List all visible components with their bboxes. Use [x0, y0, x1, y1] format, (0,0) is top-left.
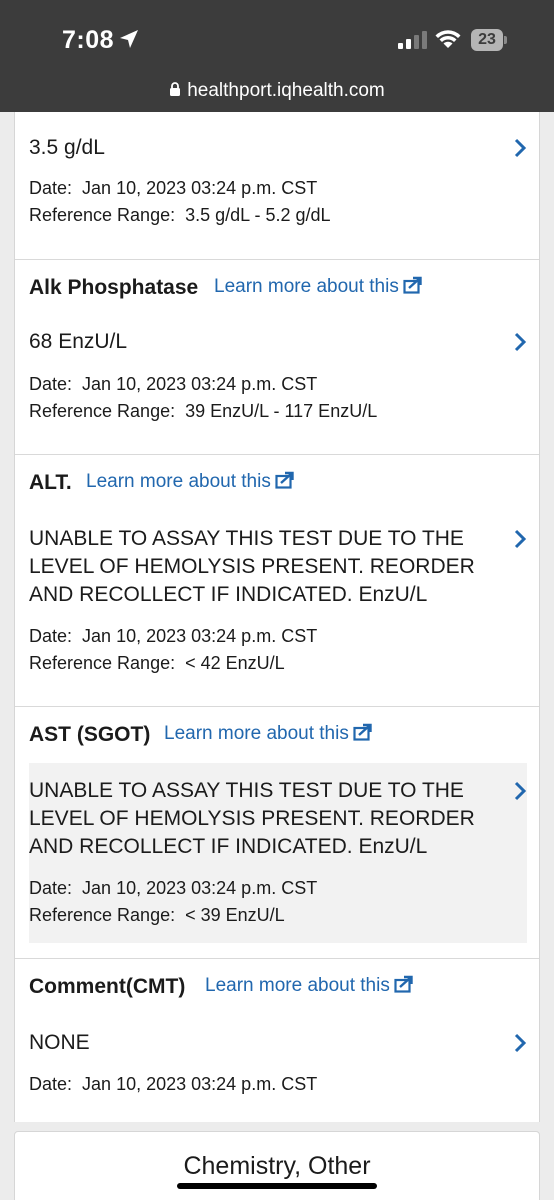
date-label: Date: — [29, 1074, 73, 1094]
learn-more-text: Learn more about this — [214, 276, 399, 297]
external-link-icon — [275, 471, 294, 489]
result-value: UNABLE TO ASSAY THIS TEST DUE TO THE LEV… — [29, 525, 479, 609]
battery-level: 23 — [471, 29, 503, 51]
date-label: Date: — [29, 178, 73, 198]
result-reference-range: Reference Range: < 39 EnzU/L — [29, 902, 285, 929]
result-date: Date: Jan 10, 2023 03:24 p.m. CST — [29, 1071, 317, 1098]
address-bar[interactable]: healthport.iqhealth.com — [0, 80, 554, 102]
range-label: Reference Range: — [29, 653, 176, 673]
clock-time: 7:08 — [62, 26, 115, 54]
wifi-icon — [435, 30, 461, 48]
result-value: 3.5 g/dL — [29, 136, 105, 159]
lock-icon — [170, 82, 181, 96]
section-card-chemistry-other[interactable]: Chemistry, Other — [14, 1131, 540, 1200]
learn-more-link[interactable]: Learn more about this — [214, 276, 423, 298]
battery-tip — [504, 36, 507, 44]
status-bar: 7:08 23 healthport.iqhealth.com — [0, 0, 554, 112]
external-link-icon — [353, 723, 372, 741]
result-value-line: LEVEL OF HEMOLYSIS PRESENT. REORDER — [29, 807, 475, 830]
chevron-right-icon[interactable] — [513, 529, 527, 549]
result-value: 68 EnzU/L — [29, 330, 128, 353]
result-date: Date: Jan 10, 2023 03:24 p.m. CST — [29, 875, 317, 902]
result-item[interactable]: Comment(CMT) Learn more about this NONE … — [15, 959, 539, 1122]
external-link-icon — [394, 975, 413, 993]
date-value: Jan 10, 2023 03:24 p.m. CST — [82, 878, 318, 898]
date-label: Date: — [29, 374, 73, 394]
date-label: Date: — [29, 626, 73, 646]
range-value: 39 EnzU/L - 117 EnzU/L — [185, 401, 378, 421]
result-reference-range: Reference Range: < 42 EnzU/L — [29, 650, 285, 677]
date-value: Jan 10, 2023 03:24 p.m. CST — [82, 1074, 318, 1094]
result-date: Date: Jan 10, 2023 03:24 p.m. CST — [29, 175, 317, 202]
result-title: Comment(CMT) — [29, 975, 186, 998]
battery-indicator: 23 — [471, 29, 507, 51]
result-item[interactable]: 3.5 g/dL Date: Jan 10, 2023 03:24 p.m. C… — [15, 112, 539, 260]
learn-more-text: Learn more about this — [164, 723, 349, 744]
range-label: Reference Range: — [29, 401, 176, 421]
range-value: < 39 EnzU/L — [185, 905, 285, 925]
result-value-line: AND RECOLLECT IF INDICATED. EnzU/L — [29, 583, 428, 606]
result-item[interactable]: ALT. Learn more about this UNABLE TO ASS… — [15, 455, 539, 707]
result-value-line: UNABLE TO ASSAY THIS TEST DUE TO THE — [29, 779, 464, 802]
home-indicator[interactable] — [177, 1183, 377, 1189]
external-link-icon — [403, 276, 422, 294]
learn-more-link[interactable]: Learn more about this — [164, 723, 373, 745]
signal-icon — [398, 31, 427, 49]
result-value-line: AND RECOLLECT IF INDICATED. EnzU/L — [29, 835, 428, 858]
range-label: Reference Range: — [29, 905, 176, 925]
date-value: Jan 10, 2023 03:24 p.m. CST — [82, 374, 318, 394]
result-title: AST (SGOT) — [29, 723, 151, 746]
result-reference-range: Reference Range: 39 EnzU/L - 117 EnzU/L — [29, 398, 377, 425]
result-title: ALT. — [29, 471, 72, 494]
result-value-line: LEVEL OF HEMOLYSIS PRESENT. REORDER — [29, 555, 475, 578]
result-value-line: UNABLE TO ASSAY THIS TEST DUE TO THE — [29, 527, 464, 550]
result-title: Alk Phosphatase — [29, 276, 199, 299]
result-value: NONE — [29, 1031, 90, 1054]
result-value: UNABLE TO ASSAY THIS TEST DUE TO THE LEV… — [29, 777, 479, 861]
learn-more-link[interactable]: Learn more about this — [205, 975, 414, 997]
chevron-right-icon[interactable] — [513, 1033, 527, 1053]
learn-more-text: Learn more about this — [205, 975, 390, 996]
result-reference-range: Reference Range: 3.5 g/dL - 5.2 g/dL — [29, 202, 331, 229]
url-text: healthport.iqhealth.com — [187, 80, 385, 101]
result-item[interactable]: AST (SGOT) Learn more about this UNABLE … — [15, 707, 539, 959]
result-date: Date: Jan 10, 2023 03:24 p.m. CST — [29, 371, 317, 398]
date-value: Jan 10, 2023 03:24 p.m. CST — [82, 626, 318, 646]
range-label: Reference Range: — [29, 205, 176, 225]
chevron-right-icon[interactable] — [513, 781, 527, 801]
date-value: Jan 10, 2023 03:24 p.m. CST — [82, 178, 318, 198]
chevron-right-icon[interactable] — [513, 332, 527, 352]
range-value: 3.5 g/dL - 5.2 g/dL — [185, 205, 331, 225]
chevron-right-icon[interactable] — [513, 138, 527, 158]
result-date: Date: Jan 10, 2023 03:24 p.m. CST — [29, 623, 317, 650]
location-arrow-icon — [120, 30, 138, 48]
range-value: < 42 EnzU/L — [185, 653, 285, 673]
section-title: Chemistry, Other — [183, 1152, 371, 1180]
learn-more-link[interactable]: Learn more about this — [86, 471, 295, 493]
date-label: Date: — [29, 878, 73, 898]
learn-more-text: Learn more about this — [86, 471, 271, 492]
lab-results-list: 3.5 g/dL Date: Jan 10, 2023 03:24 p.m. C… — [14, 112, 540, 1122]
result-item[interactable]: Alk Phosphatase Learn more about this 68… — [15, 260, 539, 455]
